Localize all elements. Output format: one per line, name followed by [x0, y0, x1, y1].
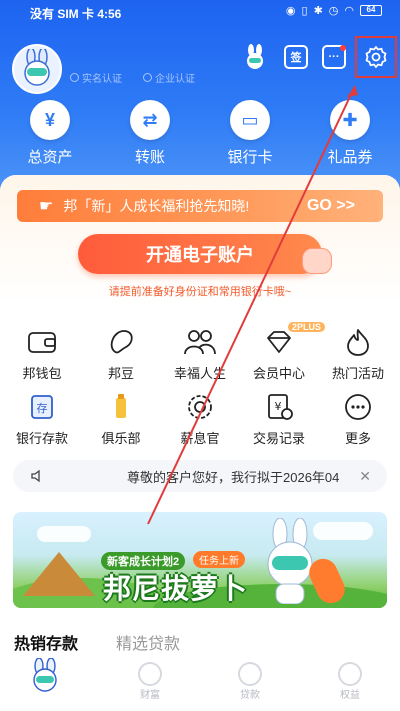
notice-text: 尊敬的客户您好，我行拟于2026年04	[127, 469, 340, 485]
wealth-icon	[138, 662, 162, 686]
cloud-decoration	[37, 526, 91, 542]
grid-transaction-record[interactable]: ¥ 交易记录	[239, 390, 319, 447]
status-bar: 没有 SIM 卡 4:56 ◉ ▯ ✱ ◷ ◠ 64	[0, 0, 400, 26]
shield-icon	[70, 73, 79, 82]
tab-hot-deposits[interactable]: 热销存款	[14, 630, 78, 654]
family-icon	[184, 330, 216, 355]
fire-icon	[347, 329, 369, 356]
settings-highlight-box	[355, 36, 397, 78]
wifi-icon: ◠	[344, 5, 354, 17]
open-account-note: 请提前准备好身份证和常用银行卡哦~	[108, 286, 292, 298]
avatar[interactable]	[12, 44, 62, 94]
grid-bean[interactable]: 邦豆	[81, 325, 161, 382]
grid-club[interactable]: 俱乐部	[81, 390, 161, 447]
tent-decoration	[23, 552, 95, 596]
quick-transfer[interactable]: ⇄ 转账	[110, 100, 190, 167]
grid-member-center[interactable]: 会员中心	[239, 325, 319, 382]
heart-icon	[338, 662, 362, 686]
real-name-cert[interactable]: 实名认证	[70, 70, 122, 85]
nav-loan[interactable]: 贷款	[220, 662, 280, 701]
grid-more[interactable]: 更多	[318, 390, 398, 447]
rabbit-icon	[247, 44, 263, 69]
grid-happy-life[interactable]: 幸福人生	[160, 325, 240, 382]
sign-in-button[interactable]: 签	[281, 42, 311, 72]
bluetooth-icon: ✱	[313, 5, 323, 17]
more-icon	[345, 394, 371, 420]
club-icon	[116, 394, 126, 418]
grid-wallet[interactable]: 邦钱包	[2, 325, 82, 382]
card-icon: ▭	[230, 100, 270, 140]
gear-coin-icon	[188, 395, 212, 419]
gift-icon: ✚	[330, 100, 370, 140]
pointing-hand-icon: ☛	[39, 198, 54, 215]
money-bag-icon: ¥	[30, 100, 70, 140]
close-icon[interactable]: ✕	[359, 468, 371, 485]
speaker-icon	[31, 469, 40, 483]
tap-hand-icon	[302, 248, 332, 274]
nav-wealth[interactable]: 财富	[120, 662, 180, 701]
alarm-icon: ◷	[328, 5, 339, 17]
battery-indicator: 64	[360, 5, 382, 16]
campaign-title: 邦尼拔萝卜	[103, 573, 249, 604]
grid-hot-activity[interactable]: 热门活动	[318, 325, 398, 382]
go-link[interactable]: GO >>	[307, 197, 355, 215]
unread-dot	[340, 45, 346, 51]
status-icons: ◉ ▯ ✱ ◷ ◠ 64	[286, 4, 382, 17]
grid-deposit[interactable]: 存 银行存款	[2, 390, 82, 447]
status-carrier-time: 没有 SIM 卡 4:56	[30, 7, 122, 21]
grid-salary-officer[interactable]: 薪息官	[160, 390, 240, 447]
message-button[interactable]: ···	[319, 42, 349, 72]
quick-total-assets[interactable]: ¥ 总资产	[10, 100, 90, 167]
diamond-icon	[267, 331, 291, 353]
receipt-icon: ¥	[268, 394, 293, 420]
calendar-sign-icon: 签	[284, 45, 308, 69]
quick-bank-card[interactable]: ▭ 银行卡	[210, 100, 290, 167]
enterprise-cert[interactable]: 企业认证	[143, 70, 195, 85]
transfer-icon: ⇄	[130, 100, 170, 140]
svg-text:存: 存	[37, 401, 48, 415]
quick-gift-coupon[interactable]: ✚ 礼品券	[310, 100, 390, 167]
nav-benefits[interactable]: 权益	[320, 662, 380, 701]
notice-bar[interactable]: 尊敬的客户您好，我行拟于2026年04 ✕	[13, 460, 387, 492]
rabbit-avatar-icon	[24, 49, 50, 86]
bean-icon	[110, 330, 133, 354]
campaign-banner[interactable]: 新客成长计划2 任务上新 邦尼拔萝卜	[13, 512, 387, 608]
campaign-tag: 任务上新	[193, 551, 245, 568]
rabbit-mascot-icon	[33, 657, 57, 692]
nav-home[interactable]	[15, 657, 75, 697]
open-account-button[interactable]: 开通电子账户	[78, 234, 322, 274]
loan-icon	[238, 662, 262, 686]
newcomer-banner[interactable]: ☛ 邦「新」人成长福利抢先知晓! GO >>	[17, 190, 383, 222]
building-icon	[143, 73, 152, 82]
bottom-nav: 财富 贷款 权益	[0, 654, 400, 711]
vibrate-icon: ▯	[301, 5, 308, 17]
deposit-icon: 存	[31, 395, 53, 419]
mascot-button[interactable]	[240, 42, 270, 72]
tab-selected-loans[interactable]: 精选贷款	[116, 630, 180, 654]
svg-text:¥: ¥	[275, 400, 282, 413]
wallet-icon	[28, 332, 56, 353]
eye-icon: ◉	[285, 5, 296, 17]
